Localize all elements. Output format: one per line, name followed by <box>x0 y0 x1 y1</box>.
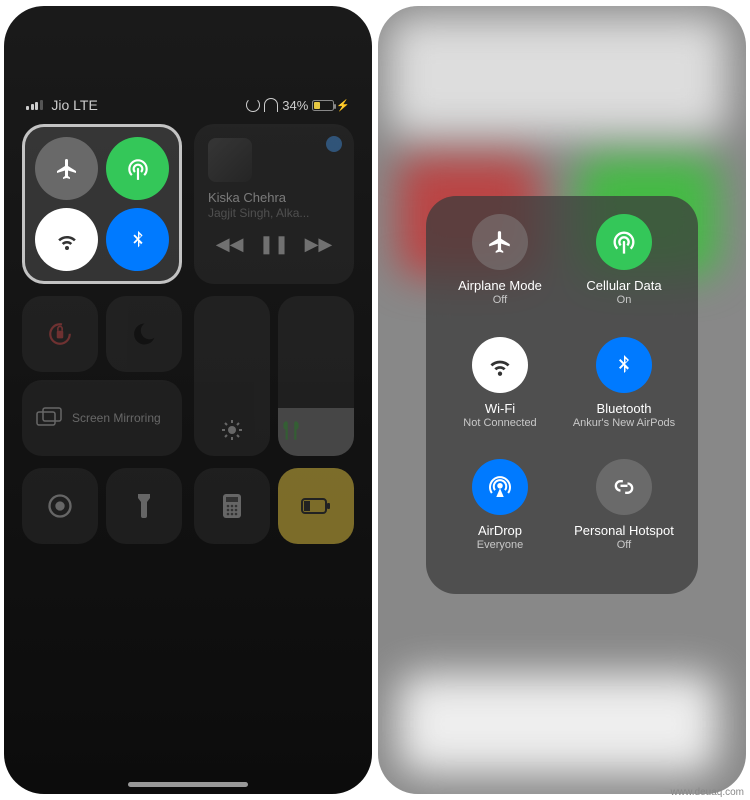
bluetooth-button[interactable] <box>596 337 652 393</box>
orientation-lock-tile[interactable] <box>22 296 98 372</box>
moon-icon <box>130 320 158 348</box>
volume-slider[interactable] <box>278 296 354 456</box>
flashlight-icon <box>134 492 154 520</box>
wifi-icon <box>487 352 513 378</box>
watermark: www.deuaq.com <box>671 787 744 798</box>
airplane-mode-cell[interactable]: Airplane Mode Off <box>438 214 562 331</box>
airplane-mode-status: Off <box>493 294 507 306</box>
screen-mirroring-tile[interactable]: Screen Mirroring <box>22 380 182 456</box>
hotspot-icon <box>610 473 638 501</box>
airplay-indicator-icon <box>326 136 342 152</box>
wifi-button[interactable] <box>472 337 528 393</box>
cellular-data-button[interactable] <box>596 214 652 270</box>
battery-icon <box>312 100 334 111</box>
battery-percent: 34% <box>282 98 308 113</box>
orientation-lock-icon <box>246 98 260 112</box>
track-title: Kiska Chehra <box>208 190 340 206</box>
airpods-icon <box>278 418 354 444</box>
connectivity-group[interactable] <box>22 124 182 284</box>
rewind-button[interactable]: ◀◀ <box>216 234 244 255</box>
cellular-data-label: Cellular Data <box>586 278 661 293</box>
charging-icon: ⚡ <box>336 99 350 112</box>
airplane-icon <box>487 229 513 255</box>
airdrop-cell[interactable]: AirDrop Everyone <box>438 459 562 576</box>
phone-left-control-center: Jio LTE 34% ⚡ <box>4 6 372 794</box>
headphones-icon <box>264 98 278 112</box>
low-power-mode-tile[interactable] <box>278 468 354 544</box>
pause-button[interactable]: ❚❚ <box>259 234 289 255</box>
personal-hotspot-cell[interactable]: Personal Hotspot Off <box>562 459 686 576</box>
cellular-icon <box>610 228 638 256</box>
status-right: 34% ⚡ <box>246 98 350 113</box>
bluetooth-status: Ankur's New AirPods <box>573 417 675 429</box>
bluetooth-toggle[interactable] <box>106 208 169 271</box>
wifi-label: Wi-Fi <box>485 401 515 416</box>
album-art <box>208 138 252 182</box>
now-playing-tile[interactable]: Kiska Chehra Jagjit Singh, Alka... ◀◀ ❚❚… <box>194 124 354 284</box>
wifi-cell[interactable]: Wi-Fi Not Connected <box>438 337 562 454</box>
airdrop-button[interactable] <box>472 459 528 515</box>
calculator-icon <box>221 492 243 520</box>
airplane-mode-toggle[interactable] <box>35 137 98 200</box>
cellular-data-toggle[interactable] <box>106 137 169 200</box>
cellular-data-status: On <box>617 294 632 306</box>
wifi-toggle[interactable] <box>35 208 98 271</box>
bluetooth-icon <box>612 353 636 377</box>
airplane-mode-label: Airplane Mode <box>458 278 542 293</box>
status-bar: Jio LTE 34% ⚡ <box>4 94 372 116</box>
bluetooth-label: Bluetooth <box>597 401 652 416</box>
playback-controls: ◀◀ ❚❚ ▶▶ <box>208 234 340 255</box>
wifi-icon <box>55 228 79 252</box>
record-icon <box>46 492 74 520</box>
flashlight-tile[interactable] <box>106 468 182 544</box>
airdrop-icon <box>485 472 515 502</box>
status-left: Jio LTE <box>26 97 98 113</box>
connectivity-expanded-panel: Airplane Mode Off Cellular Data On Wi-Fi… <box>426 196 698 594</box>
forward-button[interactable]: ▶▶ <box>305 234 333 255</box>
bluetooth-cell[interactable]: Bluetooth Ankur's New AirPods <box>562 337 686 454</box>
airdrop-label: AirDrop <box>478 523 522 538</box>
cellular-icon <box>125 156 151 182</box>
wifi-status: Not Connected <box>463 417 536 429</box>
screen-mirror-icon <box>36 407 62 429</box>
personal-hotspot-button[interactable] <box>596 459 652 515</box>
brightness-slider[interactable] <box>194 296 270 456</box>
screen-mirroring-label: Screen Mirroring <box>72 411 161 425</box>
screen-record-tile[interactable] <box>22 468 98 544</box>
battery-low-power-icon <box>301 498 331 514</box>
track-artist: Jagjit Singh, Alka... <box>208 206 340 220</box>
calculator-tile[interactable] <box>194 468 270 544</box>
airplane-mode-button[interactable] <box>472 214 528 270</box>
control-center-grid: Kiska Chehra Jagjit Singh, Alka... ◀◀ ❚❚… <box>22 124 354 776</box>
personal-hotspot-label: Personal Hotspot <box>574 523 674 538</box>
airdrop-status: Everyone <box>477 539 523 551</box>
personal-hotspot-status: Off <box>617 539 631 551</box>
orientation-lock-icon <box>47 321 73 347</box>
carrier-label: Jio LTE <box>51 97 97 113</box>
do-not-disturb-tile[interactable] <box>106 296 182 372</box>
cellular-data-cell[interactable]: Cellular Data On <box>562 214 686 331</box>
bluetooth-icon <box>127 229 149 251</box>
airplane-icon <box>55 157 79 181</box>
signal-icon <box>26 100 43 110</box>
phone-right-expanded-connectivity: Airplane Mode Off Cellular Data On Wi-Fi… <box>378 6 746 794</box>
home-indicator[interactable] <box>128 782 248 787</box>
sun-icon <box>220 418 244 442</box>
